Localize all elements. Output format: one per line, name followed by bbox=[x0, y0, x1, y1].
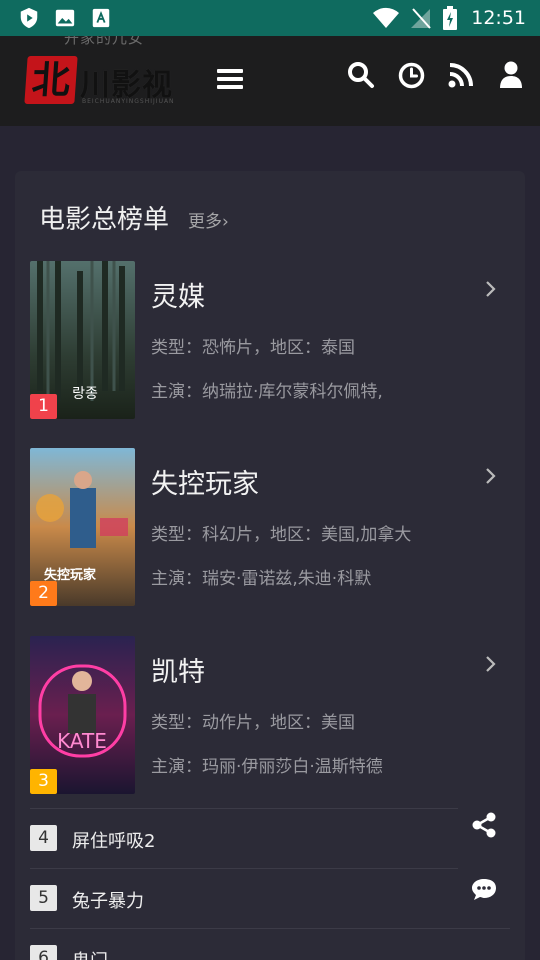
comment-icon[interactable] bbox=[470, 875, 498, 903]
no-signal-icon bbox=[411, 8, 431, 29]
movie-ranking-card: 电影总榜单 更多› 랑종 1 灵媒 类型：恐怖片，地区：泰国 主演：纳瑞拉·库尔… bbox=[15, 171, 525, 960]
app-logo[interactable]: 北 川影视 BEICHUANYINGSHIJIUAN bbox=[24, 54, 186, 108]
movie-title: 失控玩家 bbox=[151, 469, 259, 500]
movie-cast: 主演：纳瑞拉·库尔蒙科尔佩特, bbox=[151, 382, 383, 402]
movie-meta: 类型：动作片，地区：美国 bbox=[151, 713, 355, 733]
list-item-title: 兔子暴力 bbox=[72, 891, 144, 912]
movie-item[interactable]: KATE 3 凯特 类型：动作片，地区：美国 主演：玛丽·伊丽莎白·温斯特德 bbox=[30, 636, 510, 794]
movie-poster[interactable]: KATE 3 bbox=[30, 636, 135, 794]
chevron-right-icon bbox=[486, 468, 496, 484]
clock: 12:51 bbox=[471, 7, 526, 29]
list-item-title: 鬼门 bbox=[72, 947, 108, 960]
more-link[interactable]: 更多› bbox=[188, 207, 229, 232]
rss-button[interactable] bbox=[446, 60, 476, 90]
movie-cast: 主演：玛丽·伊丽莎白·温斯特德 bbox=[151, 757, 383, 777]
history-button[interactable] bbox=[396, 60, 426, 90]
movie-poster[interactable]: 失控玩家 2 bbox=[30, 448, 135, 606]
section-title: 电影总榜单 bbox=[39, 205, 170, 235]
rank-badge: 3 bbox=[30, 769, 57, 794]
menu-icon[interactable] bbox=[215, 66, 245, 92]
movie-title: 灵媒 bbox=[151, 282, 205, 313]
header-scrolling-text: 开家的儿女 bbox=[64, 36, 145, 47]
clock-icon bbox=[398, 62, 424, 88]
battery-charging-icon bbox=[443, 6, 458, 30]
user-icon bbox=[500, 61, 522, 88]
search-button[interactable] bbox=[346, 60, 376, 90]
rank-number: 6 bbox=[30, 945, 57, 960]
movie-cast: 主演：瑞安·雷诺兹,朱迪·科默 bbox=[151, 569, 372, 589]
status-bar: 12:51 bbox=[0, 0, 540, 36]
rss-icon bbox=[448, 63, 473, 88]
list-item[interactable]: 6 鬼门 bbox=[30, 928, 510, 960]
movie-poster[interactable]: 랑종 1 bbox=[30, 261, 135, 419]
share-icon[interactable] bbox=[470, 811, 498, 839]
floating-actions bbox=[458, 795, 510, 925]
movie-title: 凯特 bbox=[151, 657, 205, 688]
rank-badge: 2 bbox=[30, 581, 57, 606]
app-header: 开家的儿女 北 川影视 BEICHUANYINGSHIJIUAN bbox=[0, 36, 540, 126]
user-button[interactable] bbox=[496, 60, 526, 90]
logo-mark: 北 bbox=[24, 56, 78, 104]
rank-number: 4 bbox=[30, 825, 57, 851]
chevron-right-icon bbox=[486, 656, 496, 672]
font-icon bbox=[92, 8, 110, 28]
list-item-title: 屏住呼吸2 bbox=[72, 831, 156, 852]
chevron-right-icon bbox=[486, 281, 496, 297]
rank-badge: 1 bbox=[30, 394, 57, 419]
logo-subtext: BEICHUANYINGSHIJIUAN bbox=[82, 98, 175, 105]
wifi-icon bbox=[373, 7, 400, 28]
movie-meta: 类型：恐怖片，地区：泰国 bbox=[151, 338, 355, 358]
shield-play-icon bbox=[20, 7, 38, 29]
movie-meta: 类型：科幻片，地区：美国,加拿大 bbox=[151, 525, 412, 545]
image-icon bbox=[55, 9, 75, 27]
list-item[interactable]: 5 兔子暴力 bbox=[30, 868, 510, 928]
poster-caption: KATE bbox=[57, 729, 107, 753]
poster-caption: 랑종 bbox=[72, 386, 98, 402]
list-item[interactable]: 4 屏住呼吸2 bbox=[30, 808, 510, 868]
movie-item[interactable]: 랑종 1 灵媒 类型：恐怖片，地区：泰国 主演：纳瑞拉·库尔蒙科尔佩特, bbox=[30, 261, 510, 419]
rank-number: 5 bbox=[30, 885, 57, 911]
search-icon bbox=[348, 62, 374, 88]
movie-item[interactable]: 失控玩家 2 失控玩家 类型：科幻片，地区：美国,加拿大 主演：瑞安·雷诺兹,朱… bbox=[30, 448, 510, 606]
